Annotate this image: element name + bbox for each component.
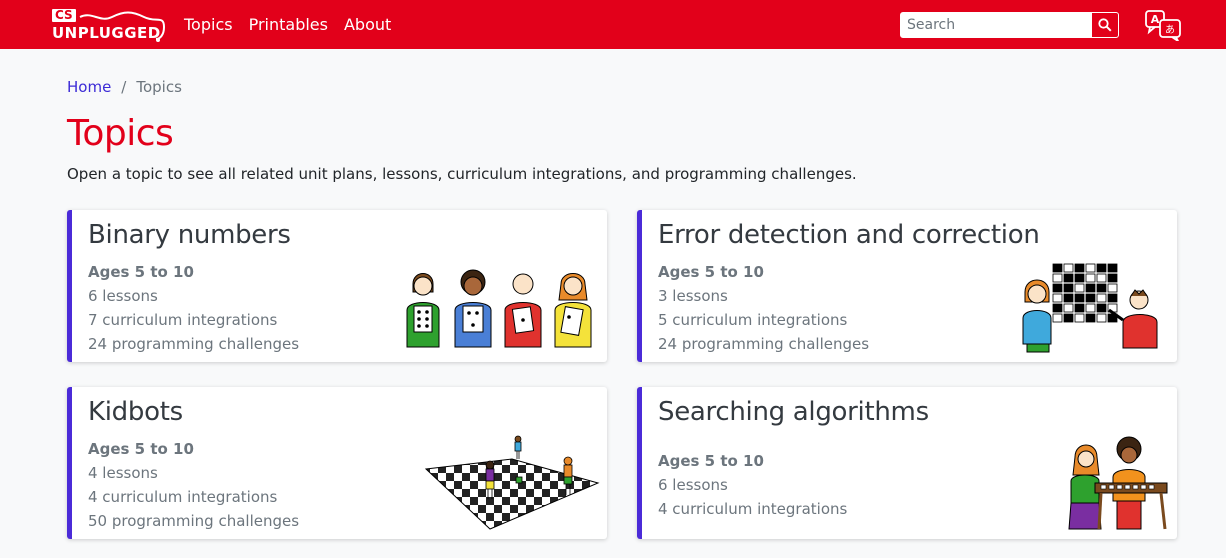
cs-unplugged-logo[interactable]: CS UNPLUGGED (52, 9, 168, 43)
page-title: Topics (67, 113, 174, 154)
search-button[interactable] (1091, 12, 1119, 38)
topic-integrations: 4 curriculum integrations (658, 500, 848, 518)
svg-text:あ: あ (1165, 24, 1175, 36)
nav-topics[interactable]: Topics (184, 0, 233, 49)
topic-lessons: 3 lessons (658, 287, 728, 305)
search-form (900, 12, 1119, 38)
topic-details: Ages 5 to 10 4 lessons 4 curriculum inte… (88, 437, 299, 533)
topic-title: Binary numbers (88, 220, 291, 250)
topic-challenges: 24 programming challenges (88, 335, 300, 353)
error-detection-illustration (1022, 263, 1158, 353)
translate-icon: A あ (1145, 10, 1181, 44)
topic-ages: Ages 5 to 10 (658, 452, 764, 470)
topic-challenges: 24 programming challenges (658, 335, 870, 353)
topic-ages: Ages 5 to 10 (88, 263, 194, 281)
topic-integrations: 5 curriculum integrations (658, 311, 848, 329)
nav-links: Topics Printables About (184, 0, 407, 49)
binary-kids-illustration (406, 269, 592, 348)
topic-card-kidbots[interactable]: Kidbots Ages 5 to 10 4 lessons 4 curricu… (67, 387, 607, 539)
topic-details: Ages 5 to 10 3 lessons 5 curriculum inte… (658, 260, 869, 356)
topic-ages: Ages 5 to 10 (88, 440, 194, 458)
topic-lessons: 4 lessons (88, 464, 158, 482)
topic-details: Ages 5 to 10 6 lessons 4 curriculum inte… (658, 449, 847, 521)
plug-cable-icon (79, 11, 166, 42)
topic-card-searching-algorithms[interactable]: Searching algorithms Ages 5 to 10 6 less… (637, 387, 1177, 539)
breadcrumb: Home / Topics (67, 77, 1177, 97)
searching-kids-illustration (1068, 436, 1168, 530)
topic-integrations: 7 curriculum integrations (88, 311, 278, 329)
topics-grid: Binary numbers Ages 5 to 10 6 lessons 7 … (67, 210, 1177, 550)
topic-lessons: 6 lessons (658, 476, 728, 494)
breadcrumb-separator: / (121, 78, 127, 96)
nav-printables[interactable]: Printables (249, 0, 328, 49)
topic-card-binary-numbers[interactable]: Binary numbers Ages 5 to 10 6 lessons 7 … (67, 210, 607, 362)
topic-title: Kidbots (88, 397, 183, 427)
topic-details: Ages 5 to 10 6 lessons 7 curriculum inte… (88, 260, 299, 356)
topic-title: Error detection and correction (658, 220, 1040, 250)
search-input[interactable] (900, 12, 1091, 38)
kidbots-grid-illustration (424, 435, 600, 530)
topic-card-error-detection[interactable]: Error detection and correction Ages 5 to… (637, 210, 1177, 362)
breadcrumb-home[interactable]: Home (67, 77, 111, 97)
topic-ages: Ages 5 to 10 (658, 263, 764, 281)
svg-text:A: A (1151, 13, 1160, 26)
topic-integrations: 4 curriculum integrations (88, 488, 278, 506)
page-intro: Open a topic to see all related unit pla… (67, 165, 857, 183)
main-content: Home / Topics Topics Open a topic to see… (67, 49, 1177, 539)
topic-challenges: 50 programming challenges (88, 512, 300, 530)
navbar: CS UNPLUGGED Topics Printables About A あ (0, 0, 1226, 49)
search-icon (1098, 18, 1112, 32)
topic-lessons: 6 lessons (88, 287, 158, 305)
nav-about[interactable]: About (344, 0, 391, 49)
breadcrumb-current: Topics (136, 78, 182, 96)
topic-title: Searching algorithms (658, 397, 929, 427)
language-selector[interactable]: A あ (1144, 9, 1184, 44)
